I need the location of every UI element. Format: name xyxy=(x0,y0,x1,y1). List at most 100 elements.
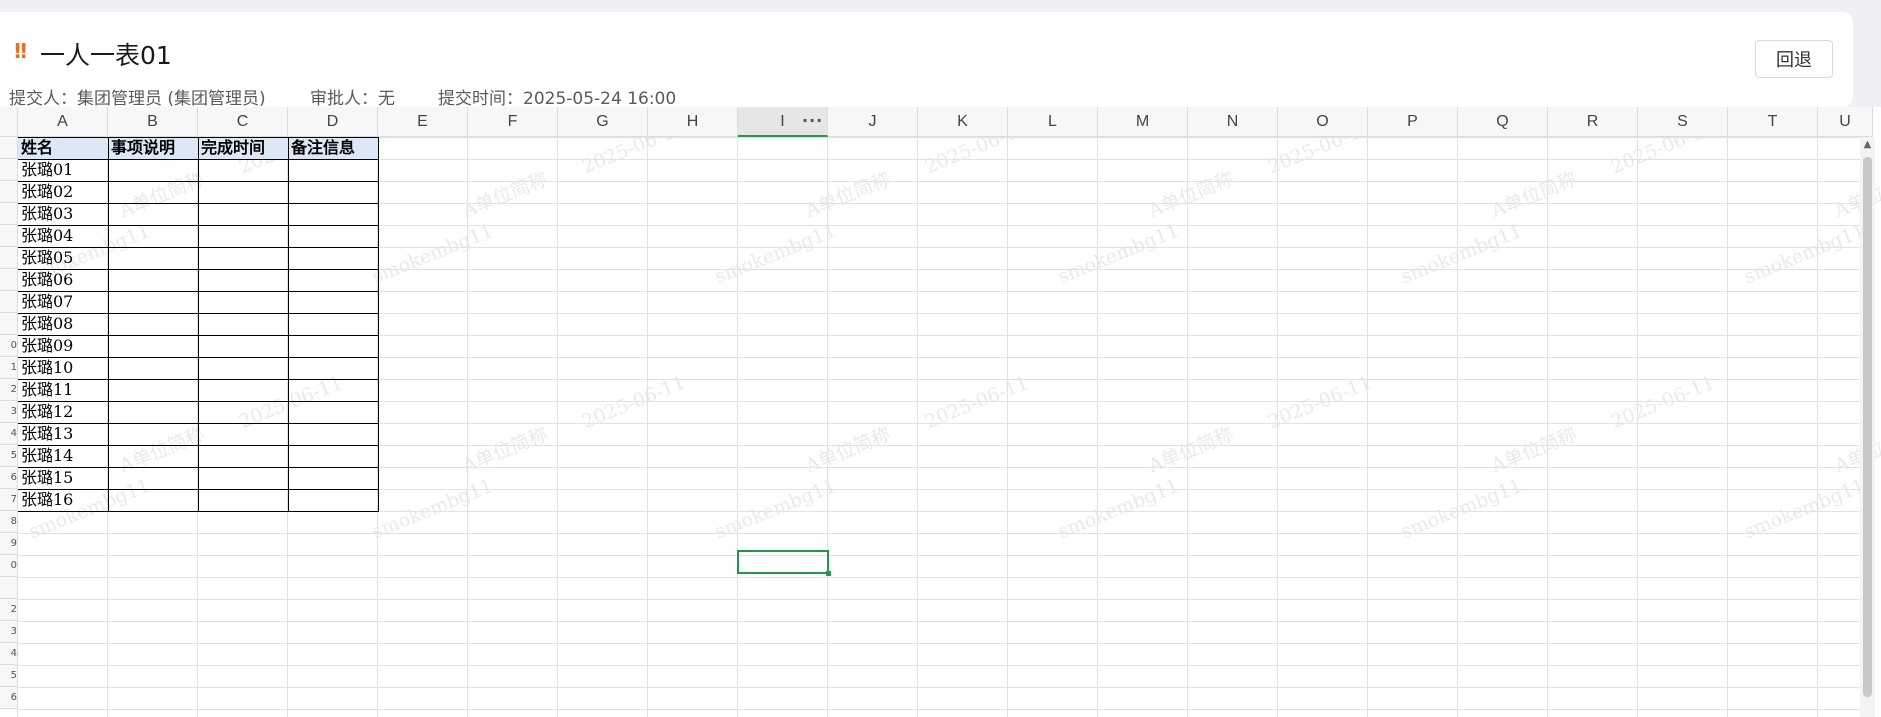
table-cell[interactable] xyxy=(288,203,378,226)
row-header[interactable] xyxy=(0,577,18,599)
column-header-l[interactable]: L xyxy=(1008,107,1098,137)
table-cell[interactable] xyxy=(288,181,378,204)
fill-handle[interactable] xyxy=(826,571,831,576)
row-header[interactable] xyxy=(0,203,18,225)
table-cell[interactable] xyxy=(288,445,378,468)
row-header[interactable]: 4 xyxy=(0,423,18,445)
name-cell[interactable]: 张璐09 xyxy=(18,335,108,358)
table-cell[interactable] xyxy=(108,401,198,424)
table-cell[interactable] xyxy=(198,181,288,204)
table-cell[interactable] xyxy=(198,291,288,314)
row-header[interactable] xyxy=(0,137,18,159)
column-header-h[interactable]: H xyxy=(648,107,738,137)
name-cell[interactable]: 张璐13 xyxy=(18,423,108,446)
table-cell[interactable] xyxy=(288,159,378,182)
table-cell[interactable] xyxy=(198,203,288,226)
table-cell[interactable] xyxy=(288,225,378,248)
table-cell[interactable] xyxy=(108,357,198,380)
table-cell[interactable] xyxy=(198,269,288,292)
column-header-u[interactable]: U xyxy=(1818,107,1873,137)
table-cell[interactable] xyxy=(198,379,288,402)
column-header-n[interactable]: N xyxy=(1188,107,1278,137)
table-cell[interactable] xyxy=(288,269,378,292)
row-header[interactable] xyxy=(0,159,18,181)
selected-cell[interactable] xyxy=(737,550,831,576)
scroll-up-icon[interactable]: ▲ xyxy=(1860,139,1875,150)
table-cell[interactable] xyxy=(198,159,288,182)
row-header[interactable]: 2 xyxy=(0,599,18,621)
column-header-d[interactable]: D xyxy=(288,107,378,137)
row-header[interactable]: 0 xyxy=(0,335,18,357)
row-header[interactable] xyxy=(0,247,18,269)
table-cell[interactable] xyxy=(108,335,198,358)
name-cell[interactable]: 张璐15 xyxy=(18,467,108,490)
table-cell[interactable] xyxy=(198,467,288,490)
table-cell[interactable] xyxy=(198,357,288,380)
column-header-p[interactable]: P xyxy=(1368,107,1458,137)
row-header[interactable]: 8 xyxy=(0,511,18,533)
row-header[interactable]: 2 xyxy=(0,379,18,401)
table-cell[interactable] xyxy=(288,335,378,358)
scroll-thumb[interactable] xyxy=(1863,157,1872,697)
table-cell[interactable] xyxy=(288,247,378,270)
table-cell[interactable] xyxy=(288,291,378,314)
table-cell[interactable] xyxy=(108,379,198,402)
table-cell[interactable] xyxy=(198,225,288,248)
table-cell[interactable] xyxy=(198,313,288,336)
column-menu-icon[interactable]: ··· xyxy=(802,111,823,130)
table-cell[interactable] xyxy=(108,269,198,292)
row-header[interactable]: 3 xyxy=(0,401,18,423)
vertical-scrollbar[interactable]: ▲ xyxy=(1860,137,1875,717)
table-cell[interactable] xyxy=(288,467,378,490)
column-header-r[interactable]: R xyxy=(1548,107,1638,137)
table-cell[interactable] xyxy=(108,247,198,270)
column-header-b[interactable]: B xyxy=(108,107,198,137)
row-header[interactable] xyxy=(0,181,18,203)
row-header[interactable]: 1 xyxy=(0,357,18,379)
table-cell[interactable] xyxy=(288,313,378,336)
table-cell[interactable] xyxy=(108,159,198,182)
name-cell[interactable]: 张璐01 xyxy=(18,159,108,182)
table-cell[interactable] xyxy=(108,203,198,226)
table-cell[interactable] xyxy=(108,313,198,336)
row-header[interactable] xyxy=(0,291,18,313)
table-cell[interactable] xyxy=(288,489,378,512)
row-header[interactable]: 0 xyxy=(0,555,18,577)
row-header[interactable] xyxy=(0,269,18,291)
column-header-a[interactable]: A xyxy=(18,107,108,137)
table-cell[interactable] xyxy=(198,401,288,424)
name-cell[interactable]: 张璐04 xyxy=(18,225,108,248)
name-cell[interactable]: 张璐03 xyxy=(18,203,108,226)
table-cell[interactable] xyxy=(198,335,288,358)
table-cell[interactable] xyxy=(108,467,198,490)
row-header[interactable]: 9 xyxy=(0,533,18,555)
row-header[interactable]: 3 xyxy=(0,621,18,643)
name-cell[interactable]: 张璐05 xyxy=(18,247,108,270)
name-cell[interactable]: 张璐11 xyxy=(18,379,108,402)
table-cell[interactable] xyxy=(108,489,198,512)
select-all-corner[interactable] xyxy=(0,107,18,137)
column-header-e[interactable]: E xyxy=(378,107,468,137)
name-cell[interactable]: 张璐16 xyxy=(18,489,108,512)
name-cell[interactable]: 张璐14 xyxy=(18,445,108,468)
table-cell[interactable] xyxy=(198,423,288,446)
row-header[interactable] xyxy=(0,313,18,335)
column-header-c[interactable]: C xyxy=(198,107,288,137)
name-cell[interactable]: 张璐07 xyxy=(18,291,108,314)
table-cell[interactable] xyxy=(198,445,288,468)
row-header[interactable] xyxy=(0,225,18,247)
table-cell[interactable] xyxy=(198,489,288,512)
spreadsheet-grid[interactable]: A单位简称2025-06-11smokembg11A单位简称2025-06-11… xyxy=(0,107,1881,717)
row-header[interactable]: 5 xyxy=(0,445,18,467)
table-cell[interactable] xyxy=(108,225,198,248)
row-header[interactable]: 6 xyxy=(0,687,18,709)
column-header-s[interactable]: S xyxy=(1638,107,1728,137)
column-header-j[interactable]: J xyxy=(828,107,918,137)
row-header[interactable]: 4 xyxy=(0,643,18,665)
column-header-t[interactable]: T xyxy=(1728,107,1818,137)
table-cell[interactable] xyxy=(288,357,378,380)
back-button[interactable]: 回退 xyxy=(1755,40,1833,78)
table-cell[interactable] xyxy=(288,379,378,402)
column-header-k[interactable]: K xyxy=(918,107,1008,137)
column-header-f[interactable]: F xyxy=(468,107,558,137)
